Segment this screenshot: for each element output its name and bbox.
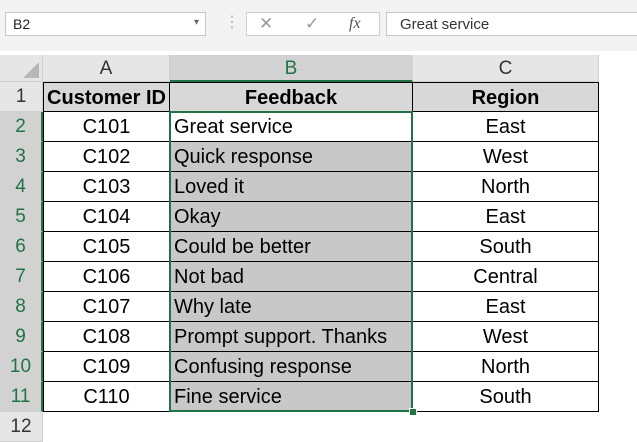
row-header-2[interactable]: 2 bbox=[0, 112, 43, 142]
cell-b12[interactable] bbox=[170, 412, 413, 442]
column-header-b[interactable]: B bbox=[170, 55, 413, 82]
cell-c10[interactable]: North bbox=[413, 352, 599, 382]
cell-c8[interactable]: East bbox=[413, 292, 599, 322]
row-header-1[interactable]: 1 bbox=[0, 82, 43, 112]
chevron-down-icon[interactable]: ▾ bbox=[194, 17, 199, 28]
header-cell-b1[interactable]: Feedback bbox=[170, 82, 413, 112]
cell-a7[interactable]: C106 bbox=[43, 262, 170, 292]
row-header-3[interactable]: 3 bbox=[0, 142, 43, 172]
column-header-c[interactable]: C bbox=[413, 55, 599, 82]
drag-handle-icon[interactable]: ⋮ bbox=[224, 13, 240, 33]
row-header-8[interactable]: 8 bbox=[0, 292, 43, 322]
column-header-a[interactable]: A bbox=[43, 55, 170, 82]
formula-bar: B2 ▾ ⋮ ✕ ✓ fx Great service bbox=[0, 0, 637, 51]
name-box[interactable]: B2 ▾ bbox=[5, 12, 206, 36]
cancel-icon[interactable]: ✕ bbox=[259, 14, 273, 34]
cell-b4[interactable]: Loved it bbox=[170, 172, 413, 202]
cell-b3[interactable]: Quick response bbox=[170, 142, 413, 172]
cell-c9[interactable]: West bbox=[413, 322, 599, 352]
cell-a12[interactable] bbox=[43, 412, 170, 442]
select-all-button[interactable] bbox=[0, 55, 43, 82]
cell-b11[interactable]: Fine service bbox=[170, 382, 413, 412]
cell-a11[interactable]: C110 bbox=[43, 382, 170, 412]
cell-c7[interactable]: Central bbox=[413, 262, 599, 292]
row-header-10[interactable]: 10 bbox=[0, 352, 43, 382]
cell-c5[interactable]: East bbox=[413, 202, 599, 232]
header-cell-a1[interactable]: Customer ID bbox=[43, 82, 170, 112]
cell-a4[interactable]: C103 bbox=[43, 172, 170, 202]
row-header-5[interactable]: 5 bbox=[0, 202, 43, 232]
cell-b10[interactable]: Confusing response bbox=[170, 352, 413, 382]
cell-a8[interactable]: C107 bbox=[43, 292, 170, 322]
cell-b7[interactable]: Not bad bbox=[170, 262, 413, 292]
enter-icon[interactable]: ✓ bbox=[305, 14, 319, 34]
cell-c3[interactable]: West bbox=[413, 142, 599, 172]
cell-c12[interactable] bbox=[413, 412, 599, 442]
insert-function-icon[interactable]: fx bbox=[349, 15, 361, 33]
cell-b6[interactable]: Could be better bbox=[170, 232, 413, 262]
cell-a2[interactable]: C101 bbox=[43, 112, 170, 142]
row-header-7[interactable]: 7 bbox=[0, 262, 43, 292]
select-all-icon bbox=[23, 62, 39, 78]
cell-b5[interactable]: Okay bbox=[170, 202, 413, 232]
row-header-11[interactable]: 11 bbox=[0, 382, 43, 412]
fill-handle[interactable] bbox=[409, 408, 417, 416]
cell-c4[interactable]: North bbox=[413, 172, 599, 202]
row-header-6[interactable]: 6 bbox=[0, 232, 43, 262]
cell-b9[interactable]: Prompt support. Thanks bbox=[170, 322, 413, 352]
row-header-4[interactable]: 4 bbox=[0, 172, 43, 202]
formula-value: Great service bbox=[400, 16, 490, 33]
formula-input[interactable]: Great service bbox=[386, 12, 637, 36]
cell-a6[interactable]: C105 bbox=[43, 232, 170, 262]
name-box-value: B2 bbox=[13, 16, 31, 32]
cell-b2[interactable]: Great service bbox=[170, 112, 413, 142]
cell-b8[interactable]: Why late bbox=[170, 292, 413, 322]
cell-a3[interactable]: C102 bbox=[43, 142, 170, 172]
row-header-12[interactable]: 12 bbox=[0, 412, 43, 442]
cell-c11[interactable]: South bbox=[413, 382, 599, 412]
cell-a9[interactable]: C108 bbox=[43, 322, 170, 352]
row-header-9[interactable]: 9 bbox=[0, 322, 43, 352]
cell-a10[interactable]: C109 bbox=[43, 352, 170, 382]
cell-a5[interactable]: C104 bbox=[43, 202, 170, 232]
header-cell-c1[interactable]: Region bbox=[413, 82, 599, 112]
formula-buttons: ✕ ✓ fx bbox=[246, 12, 380, 36]
cell-c6[interactable]: South bbox=[413, 232, 599, 262]
cell-c2[interactable]: East bbox=[413, 112, 599, 142]
